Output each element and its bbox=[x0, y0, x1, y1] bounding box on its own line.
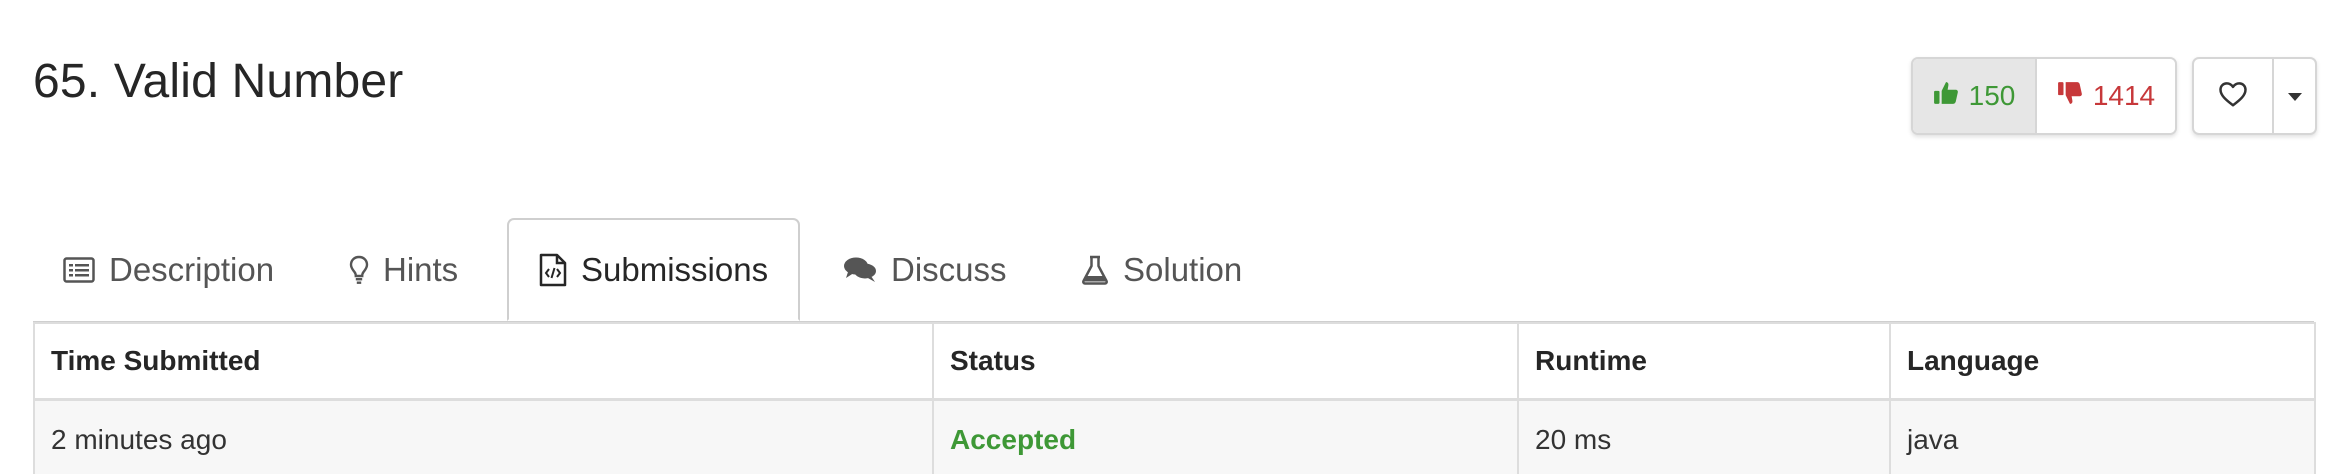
thumbs-down-icon bbox=[2057, 80, 2083, 113]
vote-button-group: 150 1414 bbox=[1911, 57, 2177, 135]
problem-page: 65. Valid Number 150 1414 Description Hi… bbox=[0, 0, 2326, 474]
column-header-time-submitted[interactable]: Time Submitted bbox=[33, 322, 934, 401]
table-header-row: Time Submitted Status Runtime Language bbox=[33, 322, 2316, 401]
column-header-language[interactable]: Language bbox=[1889, 322, 2316, 401]
tab-label: Solution bbox=[1123, 251, 1243, 288]
table-row: 2 minutes ago Accepted 20 ms java bbox=[33, 398, 2316, 474]
problem-tabs: Description Hints Submissions Discuss So… bbox=[33, 218, 2314, 323]
favorite-dropdown-button[interactable] bbox=[2274, 59, 2315, 133]
tab-label: Submissions bbox=[581, 250, 769, 288]
flask-icon bbox=[1081, 255, 1109, 285]
caret-down-icon bbox=[2287, 93, 2302, 101]
list-icon bbox=[63, 257, 95, 283]
tab-label: Description bbox=[109, 251, 275, 288]
dislike-button[interactable]: 1414 bbox=[2037, 59, 2175, 133]
code-file-icon bbox=[539, 253, 567, 287]
submissions-table: Time Submitted Status Runtime Language 2… bbox=[33, 322, 2316, 474]
page-title: 65. Valid Number bbox=[33, 55, 404, 108]
thumbs-up-icon bbox=[1933, 80, 1959, 113]
column-header-runtime[interactable]: Runtime bbox=[1517, 322, 1891, 401]
cell-language: java bbox=[1889, 398, 2316, 474]
status-accepted-link[interactable]: Accepted bbox=[950, 424, 1076, 455]
tab-hints[interactable]: Hints bbox=[349, 218, 458, 322]
like-button[interactable]: 150 bbox=[1913, 59, 2037, 133]
favorite-button-group bbox=[2192, 57, 2317, 135]
tab-label: Discuss bbox=[891, 251, 1007, 288]
column-header-status[interactable]: Status bbox=[932, 322, 1519, 401]
lightbulb-icon bbox=[349, 255, 369, 285]
comments-icon bbox=[843, 256, 877, 284]
like-count: 150 bbox=[1968, 80, 2016, 111]
cell-status[interactable]: Accepted bbox=[932, 398, 1519, 474]
cell-time-submitted: 2 minutes ago bbox=[33, 398, 934, 474]
favorite-button[interactable] bbox=[2194, 59, 2274, 133]
tab-label: Hints bbox=[383, 251, 459, 288]
cell-runtime: 20 ms bbox=[1517, 398, 1891, 474]
tab-solution[interactable]: Solution bbox=[1081, 218, 1242, 322]
tab-description[interactable]: Description bbox=[63, 218, 274, 322]
dislike-count: 1414 bbox=[2092, 80, 2156, 111]
heart-icon bbox=[2218, 80, 2248, 113]
tab-submissions[interactable]: Submissions bbox=[507, 218, 801, 321]
tab-discuss[interactable]: Discuss bbox=[843, 218, 1007, 322]
